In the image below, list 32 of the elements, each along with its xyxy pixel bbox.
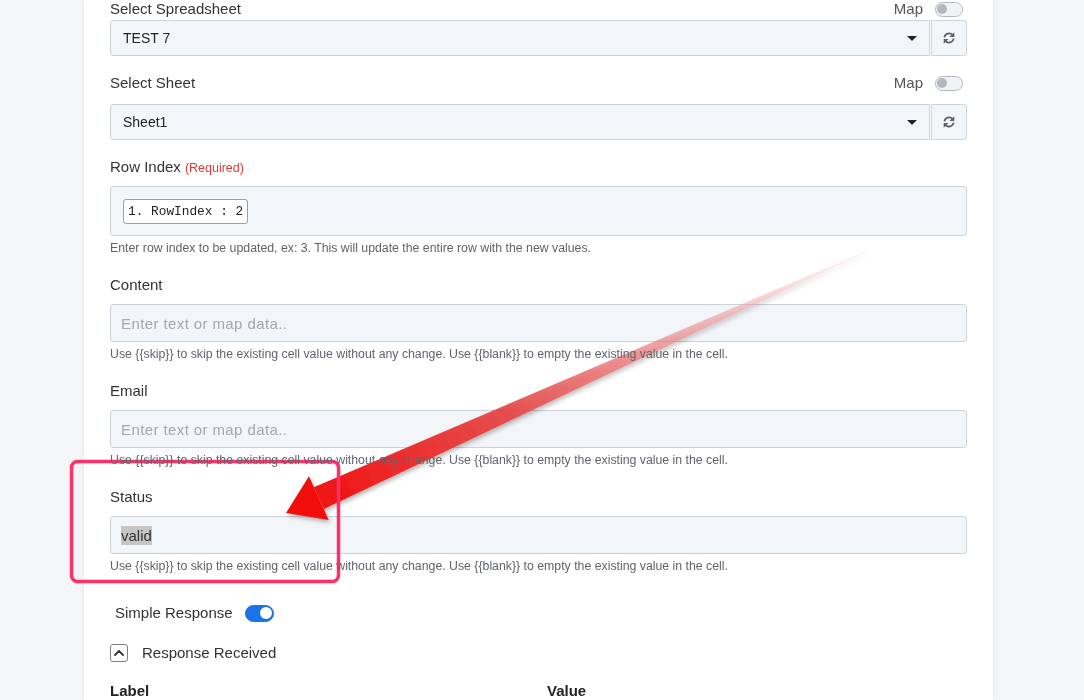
dropdown[interactable]: Sheet1: [110, 104, 930, 140]
caret-down-icon: [907, 35, 917, 41]
token-input-field[interactable]: 1. RowIndex : 2: [110, 186, 967, 236]
map-toggle[interactable]: [935, 75, 963, 91]
field-label: Content: [110, 275, 163, 295]
map-toggle[interactable]: [935, 1, 963, 17]
column-header: Value: [547, 682, 588, 700]
refresh-icon: [943, 32, 955, 44]
chevron-up-icon: [114, 649, 124, 657]
refresh-icon: [943, 116, 955, 128]
toggle-switch[interactable]: [244, 604, 274, 622]
field-label: Email: [110, 381, 148, 401]
dropdown[interactable]: TEST 7: [110, 20, 930, 56]
section-title: Response Received: [142, 643, 277, 663]
field-label: Select Sheet: [110, 73, 196, 93]
map-label: Map: [893, 73, 923, 93]
text-field[interactable]: valid: [110, 516, 967, 554]
text-field[interactable]: Enter text or map data..: [110, 410, 967, 448]
refresh-button[interactable]: [931, 104, 967, 140]
field-label: Row Index: [110, 157, 181, 177]
data-token[interactable]: 1. RowIndex : 2: [123, 198, 249, 224]
field-label: Select Spreadsheet: [110, 0, 241, 19]
help-text: Enter row index to be updated, ex: 3. This will update the entire row with the new values.: [110, 241, 591, 255]
column-header: Label: [110, 682, 151, 700]
text-field[interactable]: Enter text or map data..: [110, 304, 967, 342]
required-note: (Required): [184, 160, 244, 176]
collapse-button[interactable]: [110, 644, 128, 662]
field-label: Status: [110, 487, 153, 507]
toggle-label: Simple Response: [115, 603, 233, 623]
refresh-button[interactable]: [931, 20, 967, 56]
caret-down-icon: [907, 119, 917, 125]
map-label: Map: [893, 0, 923, 19]
